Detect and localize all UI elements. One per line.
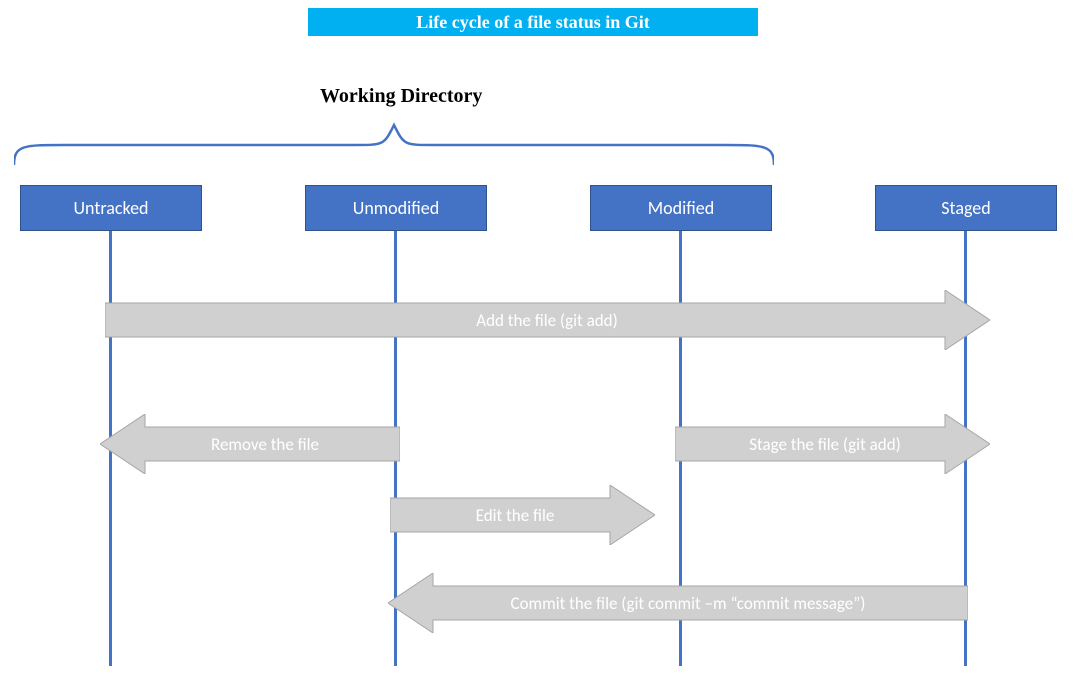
state-untracked: Untracked bbox=[20, 185, 202, 231]
state-staged: Staged bbox=[875, 185, 1057, 231]
state-unmodified: Unmodified bbox=[305, 185, 487, 231]
arrow-stage-text: Stage the file (git add) bbox=[749, 434, 901, 455]
arrow-add-text: Add the file (git add) bbox=[476, 310, 618, 331]
arrow-stage: Stage the file (git add) bbox=[675, 414, 990, 474]
arrow-remove-text: Remove the file bbox=[211, 434, 319, 455]
arrow-commit-text: Commit the file (git commit –m “commit m… bbox=[511, 593, 866, 614]
arrow-edit: Edit the file bbox=[390, 485, 655, 545]
arrow-edit-text: Edit the file bbox=[476, 505, 555, 526]
brace-icon bbox=[14, 110, 774, 170]
arrow-remove: Remove the file bbox=[100, 414, 400, 474]
state-modified: Modified bbox=[590, 185, 772, 231]
diagram-title: Life cycle of a file status in Git bbox=[308, 8, 758, 36]
working-directory-label: Working Directory bbox=[320, 85, 482, 108]
arrow-commit: Commit the file (git commit –m “commit m… bbox=[388, 573, 968, 633]
arrow-add: Add the file (git add) bbox=[105, 290, 990, 350]
